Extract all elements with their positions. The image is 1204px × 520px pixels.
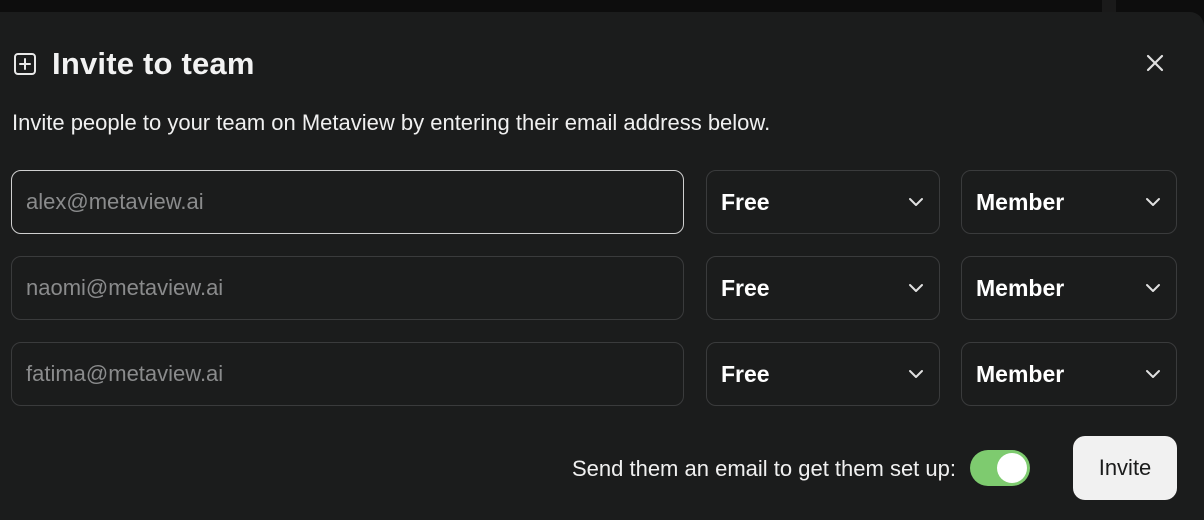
- chevron-down-icon: [1144, 193, 1162, 211]
- email-input[interactable]: [11, 256, 684, 320]
- role-select-value: Member: [976, 188, 1065, 215]
- close-button[interactable]: [1142, 52, 1168, 78]
- plan-select[interactable]: Free: [706, 342, 940, 406]
- chevron-down-icon: [1144, 365, 1162, 383]
- modal-footer: Send them an email to get them set up: I…: [0, 436, 1204, 500]
- invite-row: Free Member: [11, 342, 1177, 406]
- invite-modal: Invite to team Invite people to your tea…: [0, 12, 1204, 520]
- chevron-down-icon: [907, 279, 925, 297]
- plus-square-icon: [12, 51, 38, 77]
- toggle-knob: [997, 453, 1027, 483]
- plan-select[interactable]: Free: [706, 256, 940, 320]
- email-input[interactable]: [11, 342, 684, 406]
- send-email-label: Send them an email to get them set up:: [571, 456, 956, 481]
- send-email-toggle[interactable]: [970, 450, 1030, 486]
- plan-select-value: Free: [721, 274, 770, 301]
- role-select-value: Member: [976, 274, 1065, 301]
- page-backdrop: [0, 0, 1204, 12]
- invite-row: Free Member: [11, 256, 1177, 320]
- role-select[interactable]: Member: [961, 170, 1177, 234]
- plan-select[interactable]: Free: [706, 170, 940, 234]
- role-select[interactable]: Member: [961, 256, 1177, 320]
- close-icon: [1146, 54, 1164, 77]
- chevron-down-icon: [907, 193, 925, 211]
- invite-button[interactable]: Invite: [1073, 436, 1177, 500]
- modal-description: Invite people to your team on Metaview b…: [12, 110, 771, 135]
- role-select[interactable]: Member: [961, 342, 1177, 406]
- plan-select-value: Free: [721, 360, 770, 387]
- chevron-down-icon: [1144, 279, 1162, 297]
- modal-title: Invite to team: [52, 46, 255, 81]
- email-input[interactable]: [11, 170, 684, 234]
- role-select-value: Member: [976, 360, 1065, 387]
- chevron-down-icon: [907, 365, 925, 383]
- plan-select-value: Free: [721, 188, 770, 215]
- invite-row: Free Member: [11, 170, 1177, 234]
- modal-header: Invite to team: [12, 46, 255, 81]
- backdrop-scrollbar: [1102, 0, 1116, 12]
